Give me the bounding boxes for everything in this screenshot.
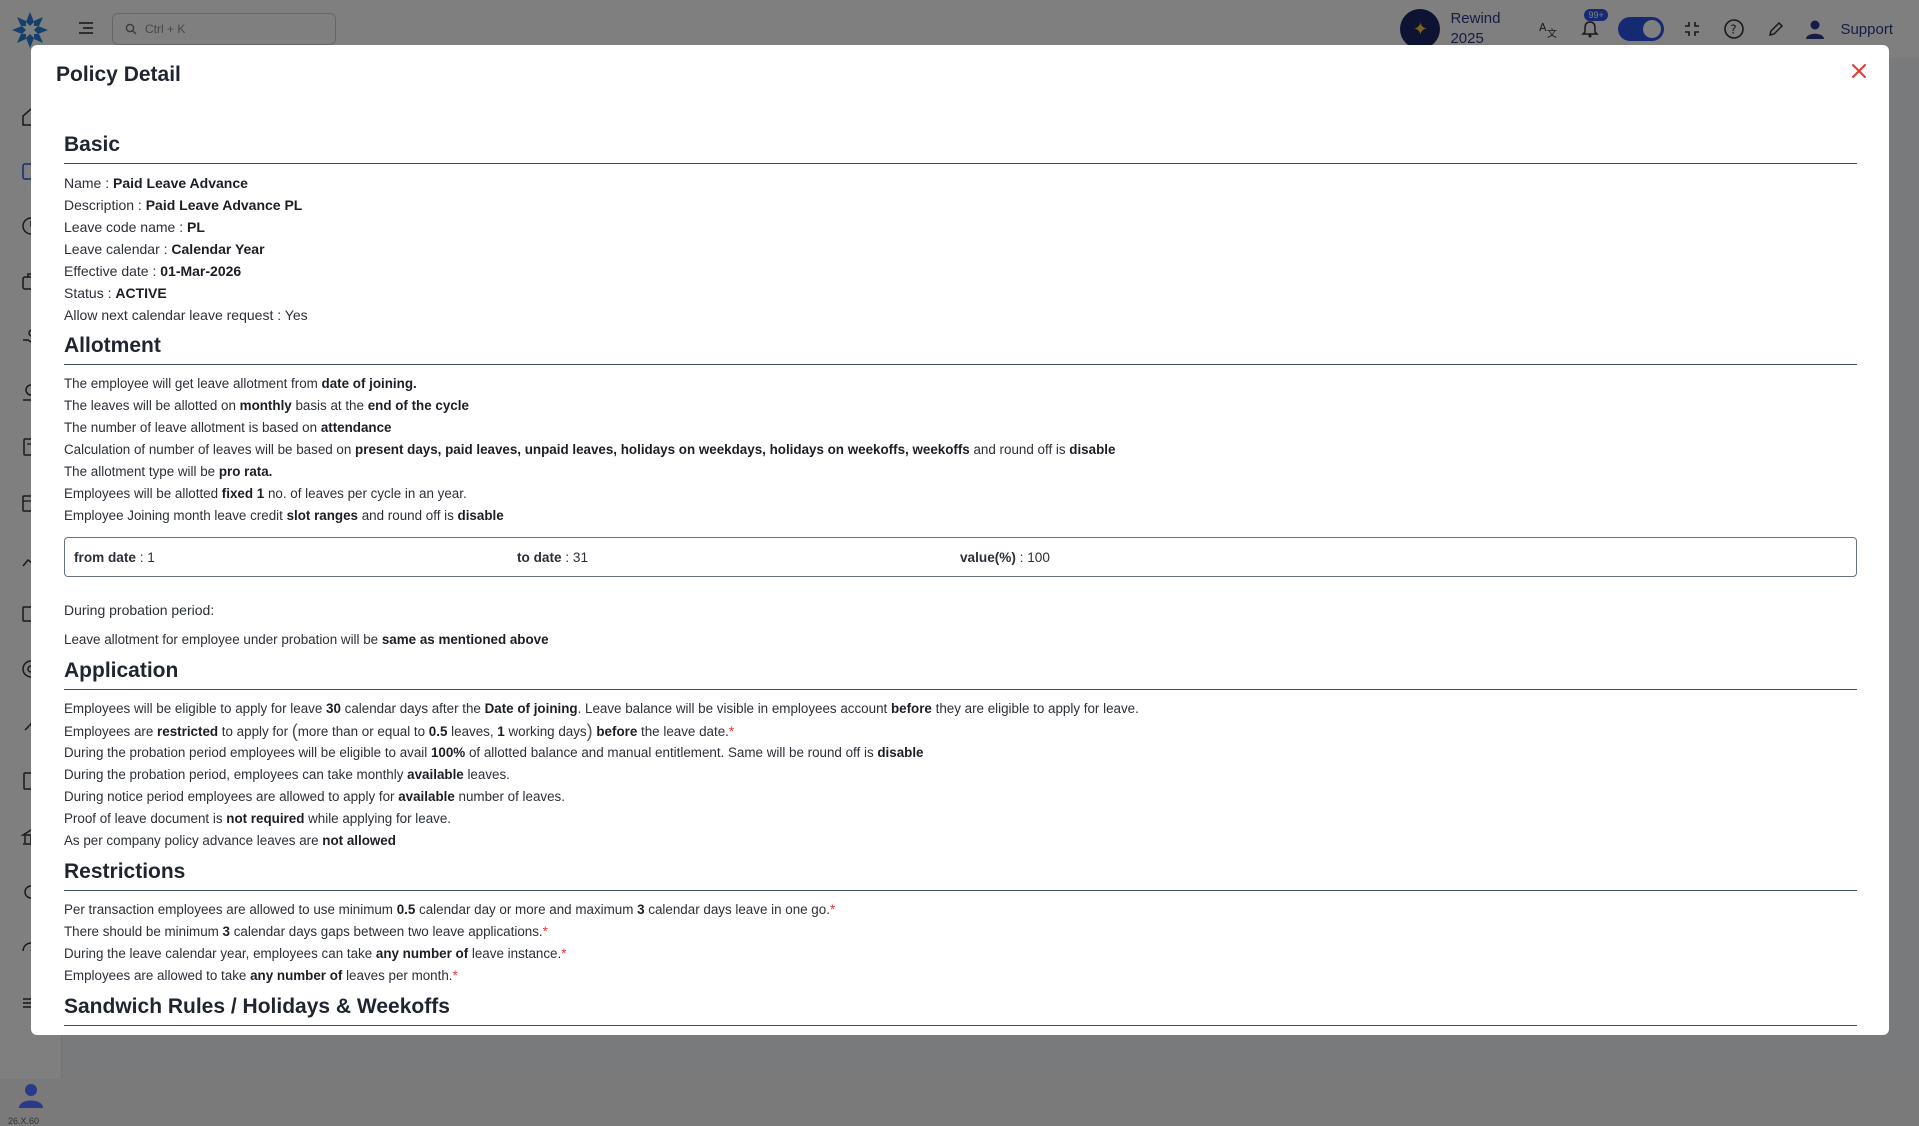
- required-asterisk: *: [453, 968, 458, 983]
- policy-detail-modal: Policy Detail Basic Name : Paid Leave Ad…: [31, 45, 1889, 1035]
- section-title-application: Application: [64, 659, 1857, 690]
- probation-line: Leave allotment for employee under proba…: [64, 629, 1857, 651]
- section-title-allotment: Allotment: [64, 334, 1857, 365]
- allotment-line: Calculation of number of leaves will be …: [64, 439, 1857, 461]
- restriction-line: There should be minimum 3 calendar days …: [64, 921, 1857, 943]
- sidebar-user-avatar-icon[interactable]: [14, 1078, 48, 1112]
- slot-value-percent: value(%) : 100: [960, 550, 1403, 565]
- close-icon[interactable]: [1847, 59, 1871, 83]
- section-sandwich-rules: Sandwich Rules / Holidays & Weekoffs: [64, 995, 1857, 1026]
- required-asterisk: *: [830, 902, 835, 917]
- allotment-line: The leaves will be allotted on monthly b…: [64, 395, 1857, 417]
- app-version: 26.X.60: [8, 1116, 39, 1126]
- application-line: As per company policy advance leaves are…: [64, 830, 1857, 852]
- section-title-sandwich: Sandwich Rules / Holidays & Weekoffs: [64, 995, 1857, 1026]
- section-restrictions: Restrictions Per transaction employees a…: [64, 860, 1857, 987]
- section-allotment: Allotment The employee will get leave al…: [64, 334, 1857, 651]
- basic-effective-date: Effective date : 01-Mar-2026: [64, 260, 1857, 282]
- slot-to-date: to date : 31: [517, 550, 960, 565]
- allotment-line: Employee Joining month leave credit slot…: [64, 505, 1857, 527]
- probation-heading: During probation period:: [64, 599, 1857, 621]
- allotment-line: Employees will be allotted fixed 1 no. o…: [64, 483, 1857, 505]
- restriction-line: Employees are allowed to take any number…: [64, 965, 1857, 987]
- application-line: During notice period employees are allow…: [64, 786, 1857, 808]
- allotment-line: The employee will get leave allotment fr…: [64, 373, 1857, 395]
- required-asterisk: *: [561, 946, 566, 961]
- application-line: During the probation period, employees c…: [64, 764, 1857, 786]
- section-title-restrictions: Restrictions: [64, 860, 1857, 891]
- required-asterisk: *: [729, 724, 734, 739]
- application-line: Employees will be eligible to apply for …: [64, 698, 1857, 720]
- basic-name: Name : Paid Leave Advance: [64, 172, 1857, 194]
- slot-from-date: from date : 1: [74, 550, 517, 565]
- application-line: Employees are restricted to apply for (m…: [64, 720, 1857, 742]
- required-asterisk: *: [543, 924, 548, 939]
- restriction-line: During the leave calendar year, employee…: [64, 943, 1857, 965]
- allotment-line: The allotment type will be pro rata.: [64, 461, 1857, 483]
- allotment-line: The number of leave allotment is based o…: [64, 417, 1857, 439]
- policy-content: Basic Name : Paid Leave Advance Descript…: [64, 133, 1857, 1034]
- basic-allow-next: Allow next calendar leave request : Yes: [64, 304, 1857, 326]
- basic-leave-calendar: Leave calendar : Calendar Year: [64, 238, 1857, 260]
- modal-title: Policy Detail: [56, 63, 181, 87]
- close-paren: ): [587, 721, 593, 741]
- section-basic: Basic Name : Paid Leave Advance Descript…: [64, 133, 1857, 326]
- application-line: During the probation period employees wi…: [64, 742, 1857, 764]
- restriction-line: Per transaction employees are allowed to…: [64, 899, 1857, 921]
- basic-status: Status : ACTIVE: [64, 282, 1857, 304]
- basic-description: Description : Paid Leave Advance PL: [64, 194, 1857, 216]
- slot-range-box: from date : 1 to date : 31 value(%) : 10…: [64, 537, 1857, 577]
- section-title-basic: Basic: [64, 133, 1857, 164]
- application-line: Proof of leave document is not required …: [64, 808, 1857, 830]
- basic-leave-code: Leave code name : PL: [64, 216, 1857, 238]
- section-application: Application Employees will be eligible t…: [64, 659, 1857, 852]
